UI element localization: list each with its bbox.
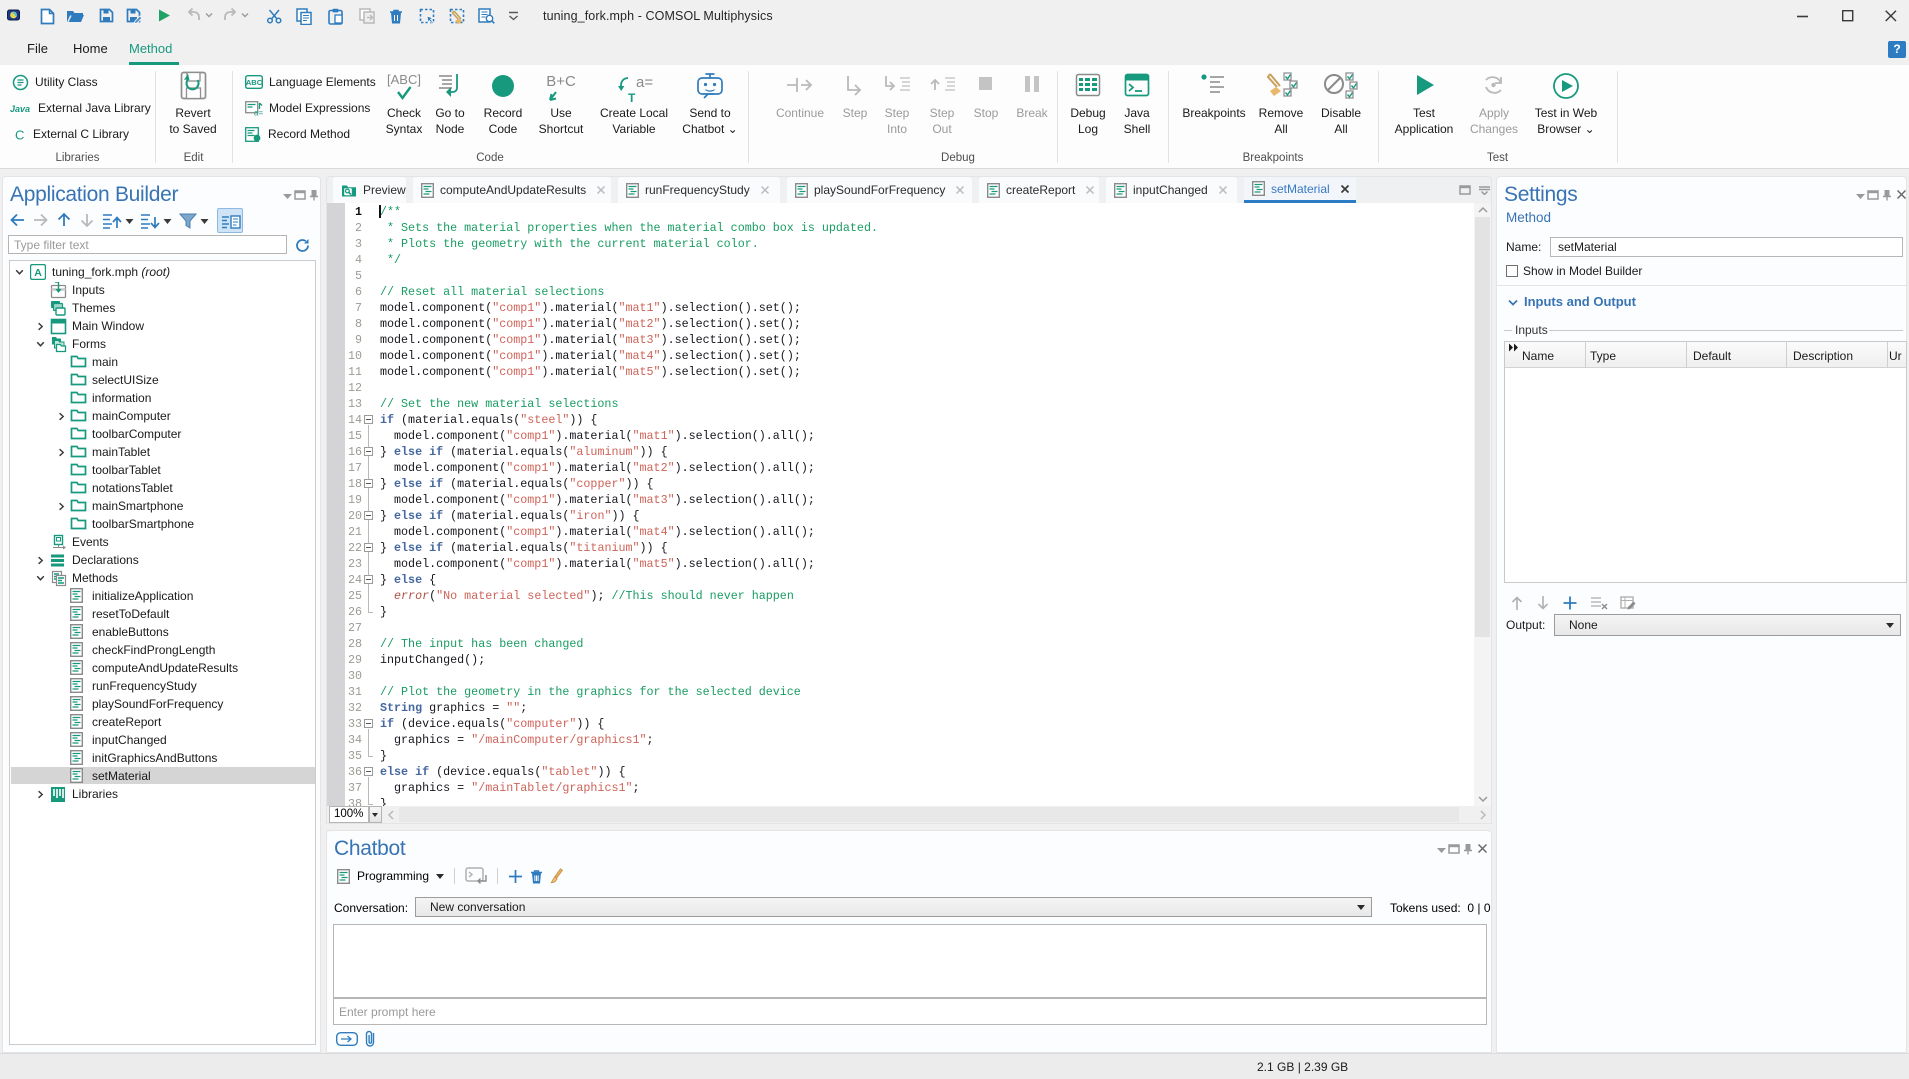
svg-text:C: C [15, 127, 24, 142]
svg-text:ABC: ABC [246, 78, 263, 87]
svg-text:a=: a= [254, 108, 263, 116]
svg-text:a=: a= [636, 74, 653, 91]
svg-text:Java: Java [10, 104, 30, 114]
svg-text:T: T [628, 91, 636, 105]
svg-text:A: A [34, 267, 42, 279]
svg-text:B+C: B+C [546, 73, 576, 90]
